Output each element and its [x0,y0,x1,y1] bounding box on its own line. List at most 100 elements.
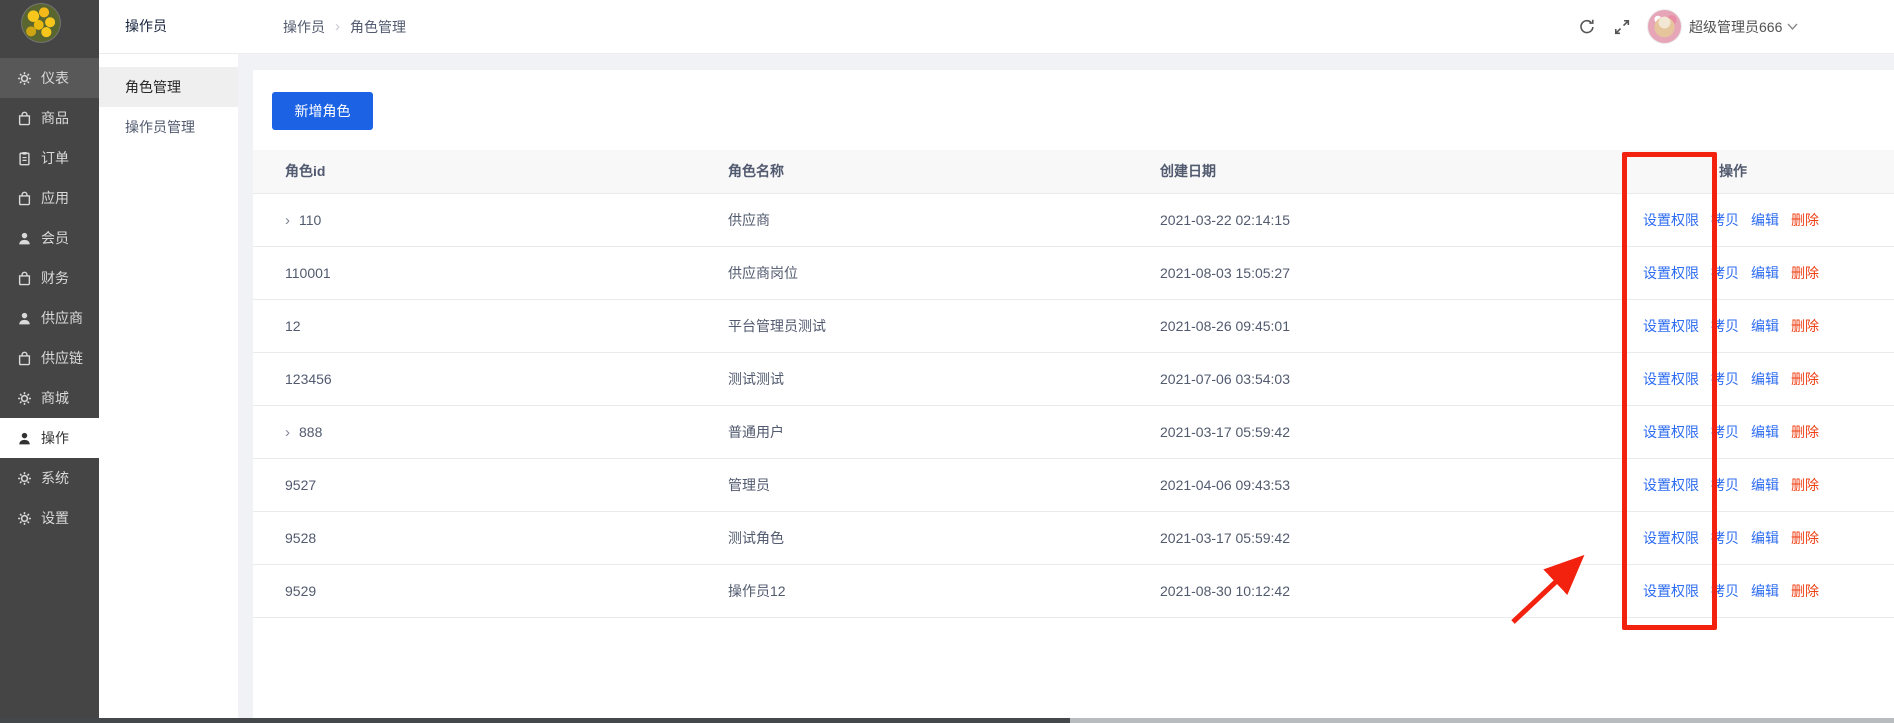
role-name-cell: 平台管理员测试 [728,300,826,352]
sidebar-item-label: 应用 [41,188,69,208]
gear-icon [17,471,32,486]
secondary-sidebar-nav: 角色管理操作员管理 [99,54,238,147]
row-actions: 设置权限拷贝编辑删除 [1643,247,1819,299]
sidebar-item-商城[interactable]: 商城 [0,378,99,418]
role-name-cell: 供应商 [728,194,770,246]
edit-link[interactable]: 编辑 [1751,316,1779,336]
expand-caret-icon[interactable]: › [285,195,290,247]
user-avatar[interactable] [1648,10,1681,43]
role-id-cell: 110001 [285,247,331,299]
delete-link[interactable]: 删除 [1791,210,1819,230]
delete-link[interactable]: 删除 [1791,422,1819,442]
column-header-created: 创建日期 [1160,150,1216,193]
table-row: 110001供应商岗位2021-08-03 15:05:27设置权限拷贝编辑删除 [253,247,1894,300]
table-row: 9528测试角色2021-03-17 05:59:42设置权限拷贝编辑删除 [253,512,1894,565]
edit-link[interactable]: 编辑 [1751,528,1779,548]
table-body: ›110供应商2021-03-22 02:14:15设置权限拷贝编辑删除1100… [253,194,1894,618]
horizontal-scrollbar[interactable] [0,718,1894,723]
content-card: 新增角色 角色id 角色名称 创建日期 操作 ›110供应商2021-03-22… [253,70,1894,718]
table-row: 9527管理员2021-04-06 09:43:53设置权限拷贝编辑删除 [253,459,1894,512]
delete-link[interactable]: 删除 [1791,369,1819,389]
copy-link[interactable]: 拷贝 [1711,210,1739,230]
edit-link[interactable]: 编辑 [1751,475,1779,495]
role-id-cell: 123456 [285,353,332,405]
edit-link[interactable]: 编辑 [1751,210,1779,230]
set-permissions-link[interactable]: 设置权限 [1643,475,1699,495]
copy-link[interactable]: 拷贝 [1711,528,1739,548]
set-permissions-link[interactable]: 设置权限 [1643,369,1699,389]
sidebar-item-系统[interactable]: 系统 [0,458,99,498]
role-name-cell: 供应商岗位 [728,247,798,299]
set-permissions-link[interactable]: 设置权限 [1643,210,1699,230]
bag-icon [17,111,32,126]
role-id-cell: 12 [285,300,301,352]
bag-icon [17,351,32,366]
table-row: 12平台管理员测试2021-08-26 09:45:01设置权限拷贝编辑删除 [253,300,1894,353]
primary-sidebar-nav: 仪表商品订单应用会员财务供应商供应链商城操作系统设置 [0,58,99,538]
set-permissions-link[interactable]: 设置权限 [1643,263,1699,283]
delete-link[interactable]: 删除 [1791,581,1819,601]
sidebar-item-供应商[interactable]: 供应商 [0,298,99,338]
edit-link[interactable]: 编辑 [1751,263,1779,283]
sidebar-item-仪表[interactable]: 仪表 [0,58,99,98]
gear-icon [17,511,32,526]
sidebar-item-label: 商城 [41,388,69,408]
set-permissions-link[interactable]: 设置权限 [1643,528,1699,548]
sidebar-item-label: 商品 [41,108,69,128]
refresh-icon[interactable] [1578,18,1595,35]
breadcrumb-item-operator[interactable]: 操作员 [283,17,325,37]
add-role-button[interactable]: 新增角色 [272,92,373,130]
copy-link[interactable]: 拷贝 [1711,581,1739,601]
copy-link[interactable]: 拷贝 [1711,422,1739,442]
copy-link[interactable]: 拷贝 [1711,369,1739,389]
chevron-down-icon[interactable] [1787,23,1798,31]
breadcrumb-separator-icon: › [335,18,340,35]
role-name-cell: 测试角色 [728,512,784,564]
set-permissions-link[interactable]: 设置权限 [1643,316,1699,336]
sidebar-item-会员[interactable]: 会员 [0,218,99,258]
role-id-cell: 9528 [285,512,316,564]
sidebar-item-设置[interactable]: 设置 [0,498,99,538]
clipboard-icon [17,151,32,166]
sidebar-item-应用[interactable]: 应用 [0,178,99,218]
delete-link[interactable]: 删除 [1791,263,1819,283]
delete-link[interactable]: 删除 [1791,528,1819,548]
sidebar-item-订单[interactable]: 订单 [0,138,99,178]
app-root: 仪表商品订单应用会员财务供应商供应链商城操作系统设置 操作员 角色管理操作员管理… [0,0,1894,723]
submenu-item-角色管理[interactable]: 角色管理 [99,67,238,107]
submenu-item-操作员管理[interactable]: 操作员管理 [99,107,238,147]
edit-link[interactable]: 编辑 [1751,581,1779,601]
row-actions: 设置权限拷贝编辑删除 [1643,565,1819,617]
sidebar-item-label: 供应链 [41,348,83,368]
copy-link[interactable]: 拷贝 [1711,316,1739,336]
row-actions: 设置权限拷贝编辑删除 [1643,406,1819,458]
app-logo[interactable] [22,4,60,42]
user-name[interactable]: 超级管理员666 [1689,17,1782,37]
copy-link[interactable]: 拷贝 [1711,475,1739,495]
row-actions: 设置权限拷贝编辑删除 [1643,459,1819,511]
set-permissions-link[interactable]: 设置权限 [1643,422,1699,442]
set-permissions-link[interactable]: 设置权限 [1643,581,1699,601]
bag-icon [17,191,32,206]
column-header-role-id: 角色id [285,150,325,193]
role-name-cell: 管理员 [728,459,770,511]
column-header-actions: 操作 [1719,150,1747,193]
expand-caret-icon[interactable]: › [285,407,290,459]
created-date-cell: 2021-07-06 03:54:03 [1160,353,1290,405]
scrollbar-thumb[interactable] [0,718,1070,723]
role-name-cell: 测试测试 [728,353,784,405]
sidebar-item-供应链[interactable]: 供应链 [0,338,99,378]
delete-link[interactable]: 删除 [1791,316,1819,336]
copy-link[interactable]: 拷贝 [1711,263,1739,283]
edit-link[interactable]: 编辑 [1751,369,1779,389]
fullscreen-icon[interactable] [1613,18,1630,35]
sidebar-item-财务[interactable]: 财务 [0,258,99,298]
delete-link[interactable]: 删除 [1791,475,1819,495]
row-actions: 设置权限拷贝编辑删除 [1643,194,1819,246]
created-date-cell: 2021-08-30 10:12:42 [1160,565,1290,617]
role-name-cell: 普通用户 [728,406,784,458]
edit-link[interactable]: 编辑 [1751,422,1779,442]
sidebar-item-商品[interactable]: 商品 [0,98,99,138]
sidebar-item-label: 会员 [41,228,69,248]
sidebar-item-操作[interactable]: 操作 [0,418,99,458]
